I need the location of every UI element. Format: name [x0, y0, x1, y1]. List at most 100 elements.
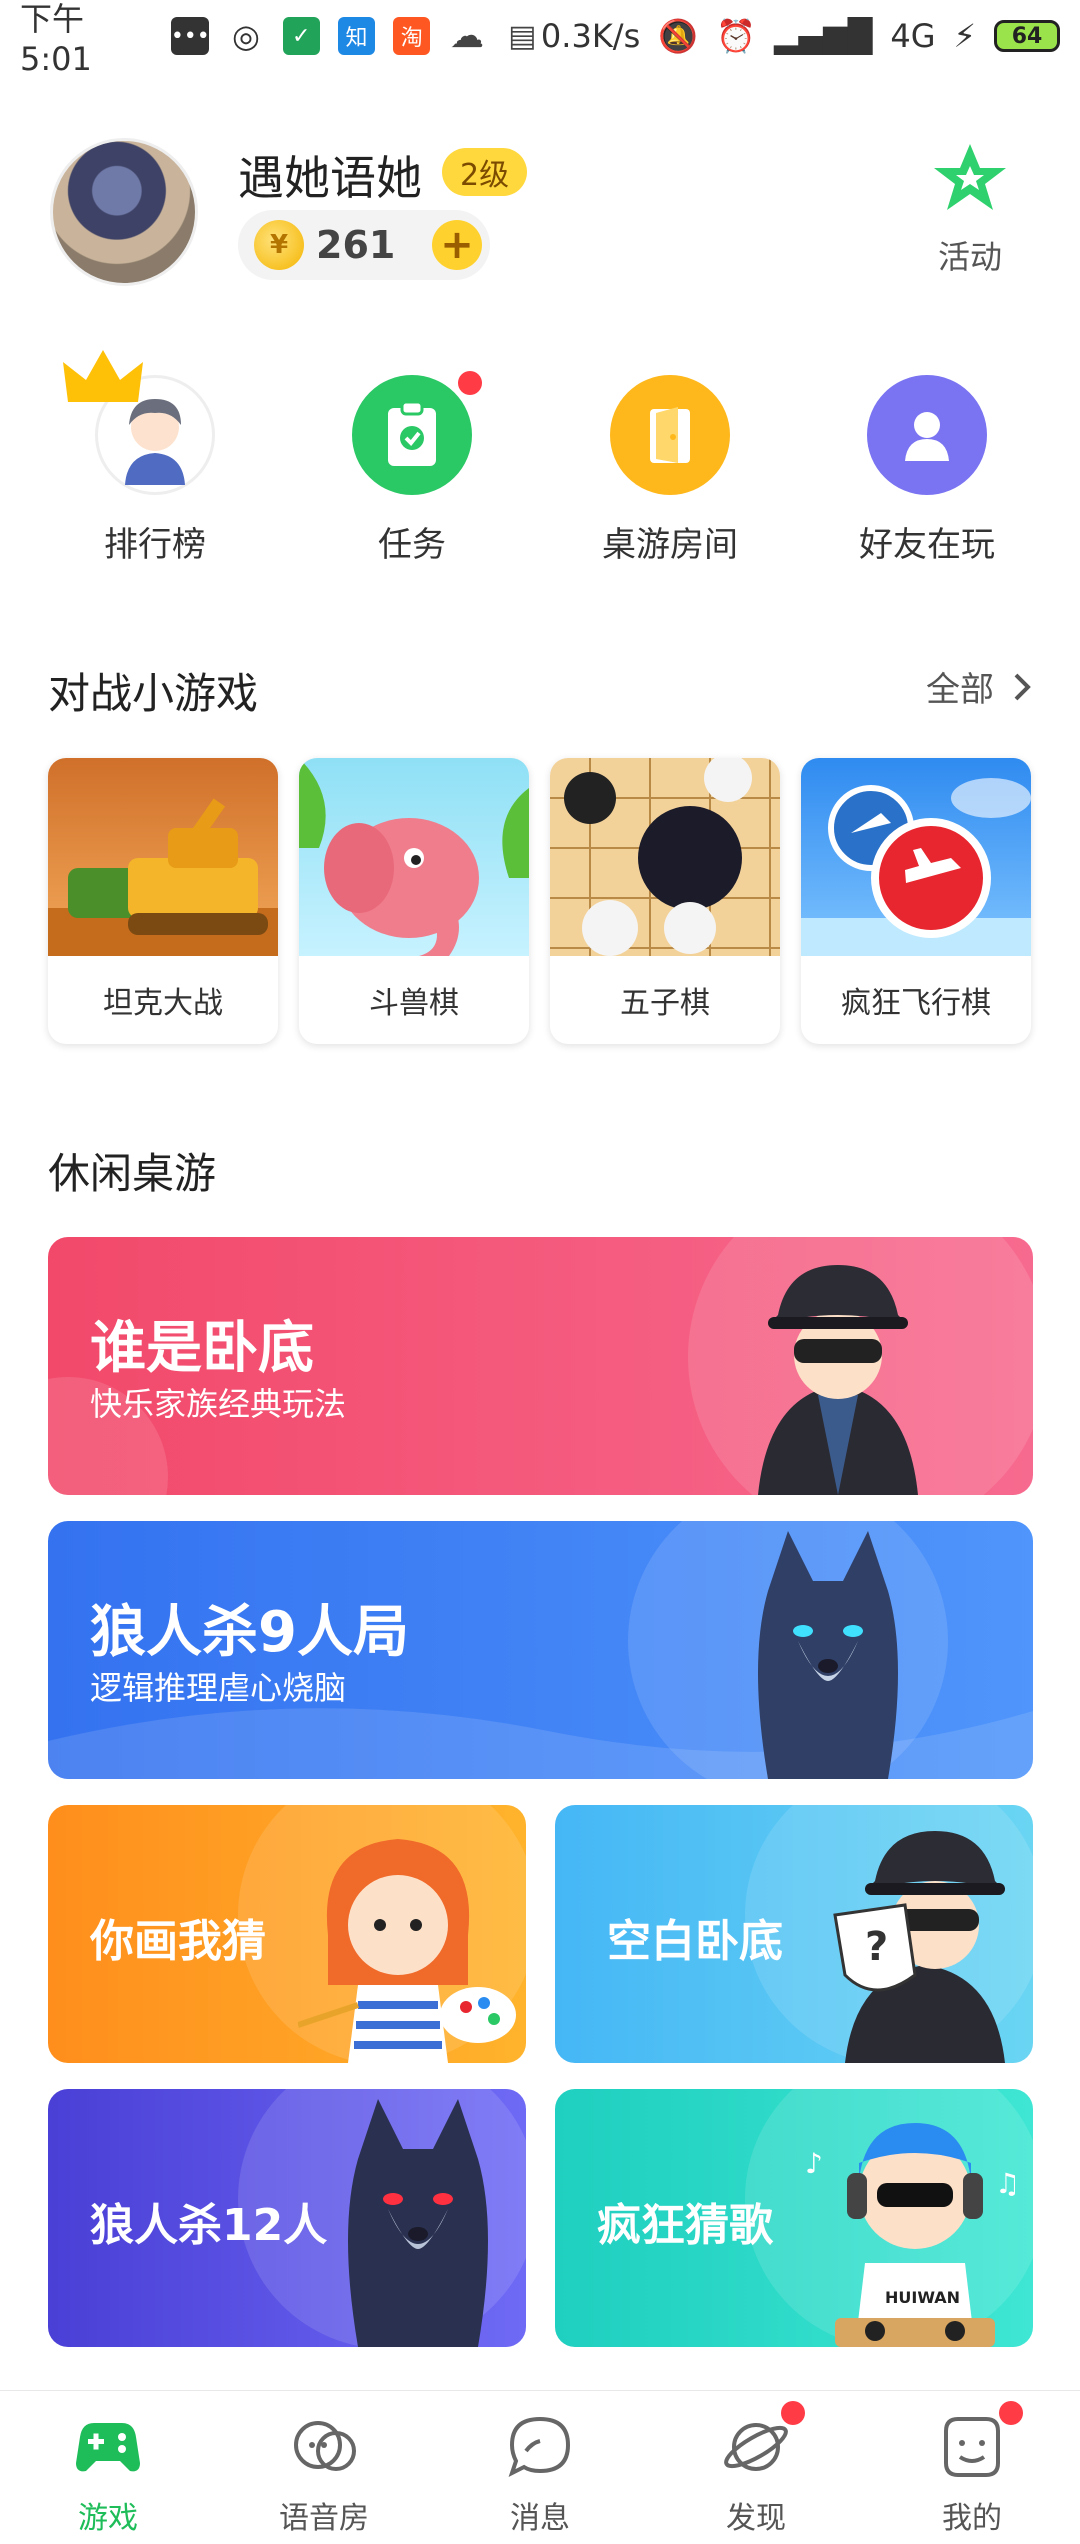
planet-icon	[724, 2423, 788, 2471]
game-card-gomoku[interactable]: 五子棋	[550, 758, 780, 1044]
avatar[interactable]	[50, 138, 198, 286]
zhihu-icon: 知	[337, 17, 376, 55]
nav-label: 发现	[726, 2501, 786, 2536]
shortcut-label: 好友在玩	[859, 525, 995, 565]
shortcut-board-room[interactable]: 桌游房间	[560, 375, 780, 566]
gamepad-icon	[76, 2423, 140, 2472]
card-subtitle: 快乐家族经典玩法	[90, 1385, 347, 1423]
svg-text:♫: ♫	[995, 2167, 1020, 2200]
svg-text:♪: ♪	[805, 2147, 823, 2180]
status-left: 下午5:01 ••• ◎ ✓ 知 淘 ☁ ▤	[20, 0, 541, 78]
leaderboard-avatar	[63, 350, 215, 495]
shortcut-leaderboard[interactable]: 排行榜	[45, 350, 265, 566]
see-all-button[interactable]: 全部	[926, 662, 1032, 711]
board-room-circle	[610, 375, 730, 495]
casual-card-werewolf-12[interactable]: 狼人杀12人	[48, 2089, 526, 2347]
card-title: 空白卧底	[607, 1916, 783, 1967]
tasks-circle	[352, 371, 482, 495]
game-name: 坦克大战	[103, 986, 223, 1021]
game-card-animal-chess[interactable]: 斗兽棋	[299, 758, 529, 1044]
friends-circle	[867, 375, 987, 495]
message-icon: •••	[171, 17, 210, 55]
svg-text:HUIWAN: HUIWAN	[885, 2288, 960, 2307]
gomoku-thumbnail	[550, 758, 780, 956]
casual-card-werewolf-9[interactable]: 狼人杀9人局 逻辑推理虐心烧脑	[48, 1521, 1033, 1779]
game-name: 斗兽棋	[369, 986, 459, 1021]
nav-games[interactable]: 游戏	[0, 2391, 216, 2544]
star-icon	[934, 144, 1006, 210]
discover-notification-dot	[781, 2401, 805, 2425]
doc-icon: ▤	[503, 17, 541, 55]
casual-card-undercover[interactable]: 谁是卧底 快乐家族经典玩法	[48, 1237, 1033, 1495]
coin-balance[interactable]: ¥ 261 +	[238, 210, 490, 280]
mini-games-title: 对战小游戏	[48, 669, 259, 718]
coin-icon: ¥	[254, 220, 304, 270]
taobao-icon: 淘	[393, 17, 431, 55]
network-type: 4G	[890, 17, 936, 55]
mini-games-row: 坦克大战 斗兽棋 五子棋 疯狂飞行棋	[48, 758, 1033, 1048]
smiley-face-icon	[944, 2417, 1000, 2477]
level-badge: 2级	[442, 148, 528, 196]
username[interactable]: 遇她语她	[238, 142, 422, 208]
crown-icon	[63, 350, 143, 402]
elephant-icon	[299, 758, 529, 956]
activity-button[interactable]: 活动	[920, 138, 1020, 278]
add-coins-button[interactable]: +	[432, 220, 482, 270]
game-card-flying-chess[interactable]: 疯狂飞行棋	[801, 758, 1031, 1044]
game-name: 五子棋	[620, 986, 710, 1021]
shortcut-label: 任务	[378, 525, 446, 565]
nav-label: 游戏	[78, 2501, 138, 2536]
profile-header: 遇她语她 2级 ¥ 261 + 活动	[50, 138, 1030, 288]
card-title: 你画我猜	[90, 1916, 266, 1967]
shortcut-row: 排行榜 任务 桌游房间 好友在玩	[0, 350, 1080, 575]
shortcut-tasks[interactable]: 任务	[302, 371, 522, 566]
activity-label: 活动	[937, 238, 1002, 276]
wolf-character-icon	[758, 1531, 898, 1779]
nav-messages[interactable]: 消息	[432, 2391, 648, 2544]
charging-icon: ⚡	[953, 17, 976, 55]
card-title: 谁是卧底	[90, 1316, 314, 1381]
status-right: 0.3K/s 🔕 ⏰ ▂▄▆█ 4G ⚡ 64	[541, 17, 1060, 55]
nav-label: 语音房	[279, 2501, 369, 2536]
card-title: 狼人杀12人	[90, 2200, 328, 2251]
bottom-navigation: 游戏 语音房 消息 发现 我的	[0, 2390, 1080, 2544]
door-icon	[650, 407, 690, 463]
wechat-icon: ◎	[227, 17, 265, 55]
tank-icon	[48, 798, 278, 956]
casual-card-song-guess[interactable]: 疯狂猜歌 HUIWAN ♪ ♫	[555, 2089, 1033, 2347]
nav-label: 我的	[942, 2501, 1002, 2536]
voice-room-icon	[294, 2421, 356, 2471]
chat-bubble-icon	[508, 2416, 571, 2477]
alarm-icon: ⏰	[716, 17, 756, 55]
casual-card-draw-guess[interactable]: 你画我猜	[48, 1805, 526, 2063]
see-all-label: 全部	[926, 670, 994, 710]
tasks-notification-dot	[458, 371, 482, 395]
game-name: 疯狂飞行棋	[841, 986, 991, 1021]
casual-games-title: 休闲桌游	[48, 1149, 217, 1198]
chevron-right-icon	[1014, 673, 1031, 700]
nav-profile[interactable]: 我的	[864, 2391, 1080, 2544]
card-title: 狼人杀9人局	[90, 1600, 409, 1665]
nav-discover[interactable]: 发现	[648, 2391, 864, 2544]
card-subtitle: 逻辑推理虐心烧脑	[90, 1669, 347, 1707]
go-stones-icon	[550, 758, 780, 956]
card-title: 疯狂猜歌	[597, 2200, 773, 2251]
casual-card-blank-undercover[interactable]: 空白卧底 ?	[555, 1805, 1033, 2063]
game-card-tank[interactable]: 坦克大战	[48, 758, 278, 1044]
flying-chess-thumbnail	[801, 758, 1031, 956]
clipboard-check-icon	[388, 400, 436, 466]
masked-spy-icon: ?	[833, 1831, 1005, 2063]
shortcut-label: 排行榜	[104, 525, 206, 565]
shortcut-friends-playing[interactable]: 好友在玩	[817, 375, 1037, 566]
app-icon: ✓	[282, 17, 320, 55]
red-eyed-wolf-icon	[348, 2099, 488, 2347]
nav-voice-room[interactable]: 语音房	[216, 2391, 432, 2544]
mute-icon: 🔕	[658, 17, 699, 55]
tank-thumbnail	[48, 758, 278, 956]
battery-icon: 64	[994, 20, 1060, 52]
girl-artist-icon	[298, 1839, 516, 2063]
spy-character-icon	[758, 1265, 918, 1495]
profile-notification-dot	[999, 2401, 1023, 2425]
status-time: 下午5:01	[20, 0, 92, 78]
animal-chess-thumbnail	[299, 758, 529, 956]
